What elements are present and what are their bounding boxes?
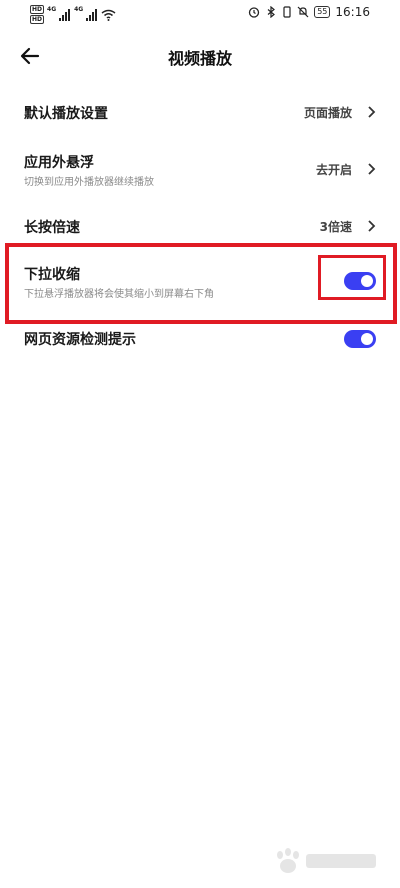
- mute-notification-icon: [297, 6, 309, 18]
- chevron-right-icon: [368, 163, 376, 175]
- status-bar-right: 55 16:16: [248, 5, 370, 19]
- setting-title: 应用外悬浮: [24, 155, 94, 171]
- network-type-1: 4G: [47, 6, 57, 13]
- alarm-icon: [249, 7, 260, 18]
- baidu-watermark-logo: [277, 848, 376, 873]
- status-bar-left: HD HD 4G 4G: [30, 5, 116, 24]
- clock: 16:16: [335, 5, 370, 19]
- signal-icon: [59, 8, 71, 21]
- setting-value: 去开启: [315, 163, 352, 177]
- setting-title: 网页资源检测提示: [24, 332, 136, 348]
- bluetooth-icon: [267, 6, 276, 18]
- setting-title: 默认播放设置: [24, 106, 108, 122]
- sim-indicators: HD HD: [30, 5, 45, 24]
- highlight-box-toggle: [318, 255, 386, 300]
- wifi-icon: [101, 9, 116, 21]
- setting-row-web-resource-detect: 网页资源检测提示: [0, 324, 400, 354]
- page-title: 视频播放: [167, 49, 232, 68]
- sim1-hd-label: HD: [30, 5, 45, 14]
- setting-row-long-press-speed[interactable]: 长按倍速 3倍速: [0, 206, 400, 246]
- chevron-right-icon: [368, 220, 376, 232]
- battery-indicator: 55: [314, 6, 331, 18]
- signal-icon-2: [86, 8, 98, 21]
- sim2-hd-label: HD: [30, 15, 45, 24]
- status-bar: HD HD 4G 4G 55 16:16: [0, 0, 400, 30]
- setting-subtitle: 切换到应用外播放器继续播放: [24, 177, 154, 188]
- vibrate-icon: [283, 6, 291, 18]
- network-type-2: 4G: [74, 6, 84, 13]
- setting-value: 页面播放: [303, 106, 352, 120]
- setting-title: 长按倍速: [24, 220, 80, 236]
- setting-row-external-float[interactable]: 应用外悬浮 切换到应用外播放器继续播放 去开启: [0, 144, 400, 194]
- toggle-knob: [361, 333, 373, 345]
- setting-value: 3倍速: [319, 220, 352, 234]
- chevron-right-icon: [368, 106, 376, 118]
- web-resource-detect-toggle[interactable]: [344, 330, 376, 348]
- header: 视频播放: [0, 36, 400, 76]
- setting-row-default-playback[interactable]: 默认播放设置 页面播放: [0, 92, 400, 132]
